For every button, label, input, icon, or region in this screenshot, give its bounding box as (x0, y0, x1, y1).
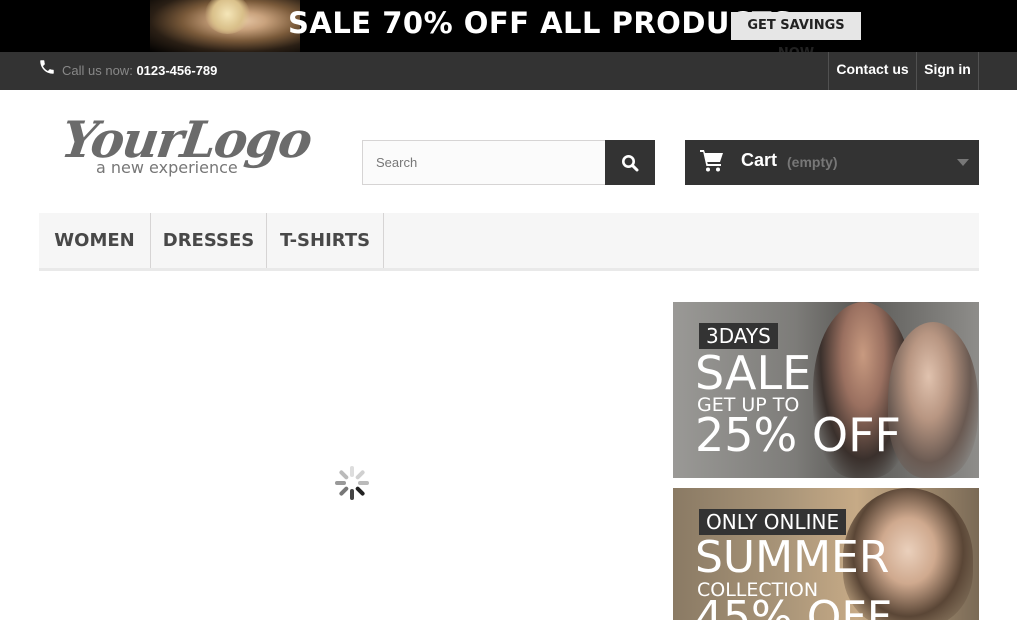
menu-item-dresses[interactable]: DRESSES (151, 213, 267, 268)
logo-tagline: a new experience (96, 158, 238, 177)
site-logo[interactable]: YourLogo a new experience (58, 108, 315, 188)
call-us-prefix: Call us now: (62, 63, 133, 78)
phone-number: 0123-456-789 (136, 63, 218, 78)
sign-in-link[interactable]: Sign in (916, 52, 979, 90)
search-input[interactable] (362, 140, 606, 185)
menu-item-women[interactable]: WOMEN (39, 213, 151, 268)
menu-item-tshirts[interactable]: T-SHIRTS (267, 213, 384, 268)
search-button[interactable] (605, 140, 655, 185)
top-nav-bar: Call us now: 0123-456-789 Contact us Sig… (0, 52, 1017, 90)
banner-photo-2 (888, 322, 978, 478)
shopping-cart-icon (700, 150, 723, 172)
loading-spinner-icon (335, 466, 369, 500)
phone-icon (40, 60, 54, 74)
banner-headline: SUMMER (695, 532, 890, 583)
summer-collection-banner[interactable]: ONLY ONLINE SUMMER COLLECTION 45% OFF (673, 488, 979, 620)
promo-headline: SALE 70% OFF ALL PRODUCTS (288, 6, 794, 40)
search-icon (622, 155, 639, 172)
main-menu: WOMEN DRESSES T-SHIRTS (39, 213, 979, 271)
cart-button[interactable]: Cart (empty) (685, 140, 979, 185)
cart-status: (empty) (787, 154, 838, 170)
call-us-text: Call us now: 0123-456-789 (62, 63, 217, 78)
chevron-down-icon (957, 159, 969, 166)
promo-model-image (150, 0, 300, 52)
promo-banner[interactable]: SALE 70% OFF ALL PRODUCTS GET SAVINGS NO… (0, 0, 1017, 52)
contact-us-link[interactable]: Contact us (828, 52, 916, 90)
cart-label: Cart (741, 150, 778, 170)
banner-headline: SALE (695, 346, 812, 400)
get-savings-button[interactable]: GET SAVINGS NOW (731, 12, 861, 52)
banner-discount: 25% OFF (695, 408, 901, 462)
search-box (362, 140, 655, 185)
sale-banner[interactable]: 3DAYS SALE GET UP TO 25% OFF (673, 302, 979, 478)
banner-discount: 45% OFF (695, 592, 893, 620)
